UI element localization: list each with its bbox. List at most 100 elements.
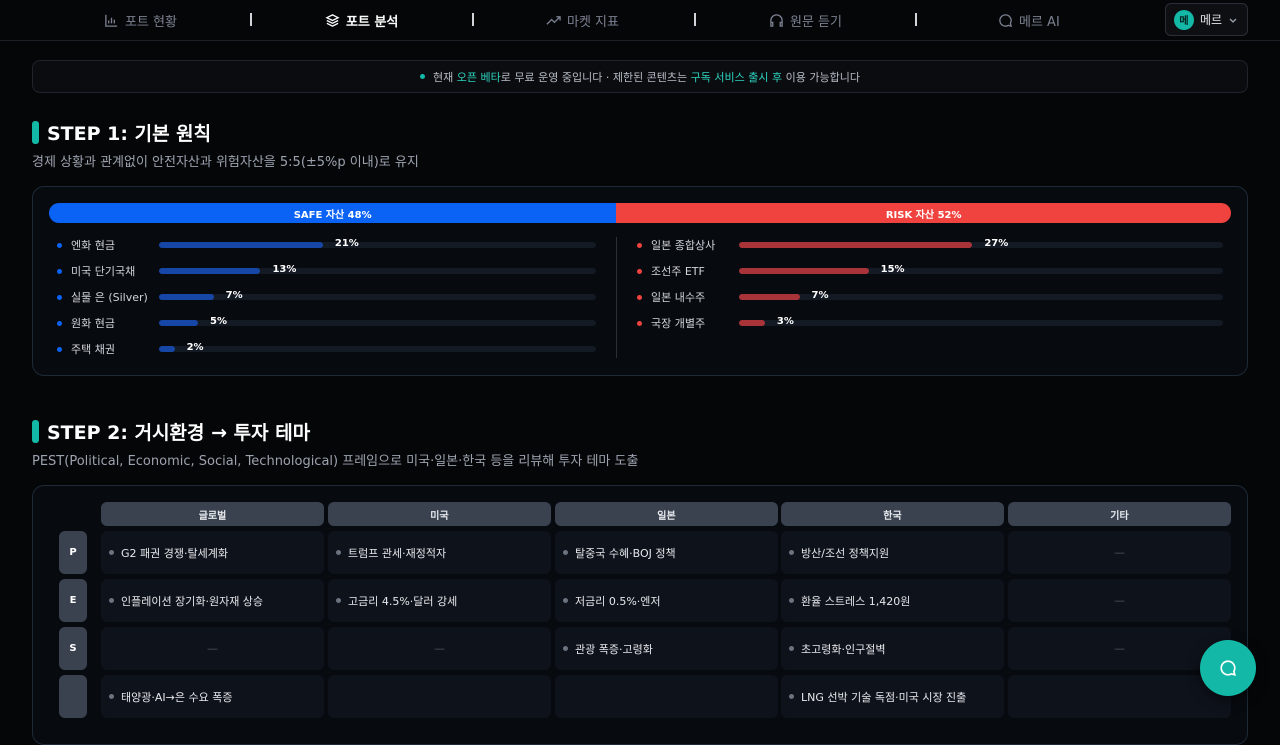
bullet-icon — [789, 646, 794, 651]
asset-name: 국장 개별주 — [651, 317, 706, 330]
nav-tab-label: 마켓 지표 — [567, 14, 619, 30]
nav-divider — [915, 13, 917, 26]
safe-asset-row: 원화 현금 5% — [57, 316, 596, 330]
row-header — [59, 675, 87, 718]
bullet-icon — [637, 242, 642, 248]
pest-cell: 저금리 0.5%·엔저 — [555, 579, 778, 622]
pest-cell: — — [328, 627, 551, 670]
nav-tab-portfolio-status[interactable]: 포트 현황 — [104, 10, 177, 30]
bullet-icon — [336, 550, 341, 555]
risk-asset-row: 일본 종합상사 27% — [637, 238, 1223, 252]
column-divider — [616, 237, 617, 358]
nav-tab-label: 메르 AI — [1019, 14, 1060, 30]
bullet-icon — [789, 598, 794, 603]
nav-tab-mer-ai[interactable]: 메르 AI — [998, 10, 1060, 30]
column-header: 기타 — [1008, 502, 1231, 526]
status-dot-icon — [420, 74, 426, 79]
pest-cell: 태양광·AI→은 수요 폭증 — [101, 675, 324, 718]
pest-matrix-card: 글로벌 미국 일본 한국 기타 P G2 패권 경쟁·탈세계화 트럼프 관세·재정적자 탈중국 … — [32, 485, 1248, 745]
bullet-icon — [57, 294, 62, 300]
banner-text-2: 로 무료 운영 중입니다 · 제한된 콘텐츠는 — [500, 70, 691, 84]
asset-name: 원화 현금 — [71, 317, 115, 330]
asset-percent: 7% — [225, 290, 243, 301]
asset-progress-fill — [739, 268, 869, 274]
asset-progress-fill — [159, 294, 214, 300]
column-header: 글로벌 — [101, 502, 324, 526]
top-navigation: 포트 현황 포트 분석 마켓 지표 원문 듣기 메르 AI 메 메르 — [0, 0, 1280, 41]
nav-tab-label: 원문 듣기 — [790, 14, 842, 30]
asset-percent: 7% — [811, 290, 829, 301]
bullet-icon — [637, 268, 642, 274]
asset-name: 조선주 ETF — [651, 265, 705, 278]
column-header: 한국 — [781, 502, 1004, 526]
row-header: E — [59, 579, 87, 622]
nav-tab-market-indicators[interactable]: 마켓 지표 — [546, 10, 619, 30]
asset-progress-fill — [159, 268, 261, 274]
asset-percent: 5% — [210, 316, 227, 327]
headphones-icon — [770, 13, 783, 27]
bullet-icon — [109, 694, 114, 699]
bullet-icon — [109, 598, 114, 603]
asset-progress-fill — [739, 242, 973, 248]
layers-icon — [325, 13, 340, 27]
row-header: S — [59, 627, 87, 670]
asset-progress-track: 7% — [739, 290, 1223, 301]
bullet-icon — [57, 320, 62, 326]
asset-progress-track: 21% — [159, 238, 596, 249]
bullet-icon — [563, 646, 568, 651]
pest-cell: 인플레이션 장기화·원자재 상승 — [101, 579, 324, 622]
pest-cell-text: 고금리 4.5%·달러 강세 — [348, 594, 458, 608]
asset-progress-fill — [159, 346, 175, 352]
risk-asset-row: 조선주 ETF 15% — [637, 264, 1223, 278]
step1-title-text: STEP 1: 기본 원칙 — [47, 123, 212, 145]
risk-asset-row: 국장 개별주 3% — [637, 316, 1223, 330]
step1-title: STEP 1: 기본 원칙 — [32, 119, 211, 146]
asset-progress-track: 13% — [159, 264, 596, 275]
allocation-card: SAFE 자산 48% RISK 자산 52% 엔화 현금 21% 미국 단기국채 1… — [32, 186, 1248, 376]
pest-cell-text: 환율 스트레스 1,420원 — [801, 594, 911, 608]
bullet-icon — [789, 550, 794, 555]
beta-notice-banner: 현재 오픈 베타 로 무료 운영 중입니다 · 제한된 콘텐츠는 구독 서비스 … — [32, 60, 1248, 93]
chat-fab-button[interactable] — [1200, 640, 1256, 696]
bullet-icon — [789, 694, 794, 699]
asset-progress-fill — [739, 320, 765, 326]
pest-cell: — — [1008, 531, 1231, 574]
pest-cell: — — [101, 627, 324, 670]
pest-cell: 방산/조선 정책지원 — [781, 531, 1004, 574]
user-menu-button[interactable]: 메 메르 — [1165, 3, 1248, 36]
asset-progress-track: 5% — [159, 316, 596, 327]
nav-tab-listen-original[interactable]: 원문 듣기 — [769, 10, 842, 30]
asset-name: 일본 내수주 — [651, 291, 706, 304]
pest-cell: 초고령화·인구절벽 — [781, 627, 1004, 670]
nav-tab-label: 포트 분석 — [346, 14, 399, 30]
title-accent-bar — [32, 121, 39, 144]
step1-subtitle: 경제 상황과 관계없이 안전자산과 위험자산을 5:5(±5%p 이내)로 유지 — [32, 155, 419, 170]
empty-cell-dash: — — [434, 642, 445, 655]
bullet-icon — [336, 598, 341, 603]
pest-cell — [1008, 675, 1231, 718]
step2-subtitle: PEST(Political, Economic, Social, Techno… — [32, 454, 639, 469]
bullet-icon — [637, 294, 642, 300]
asset-percent: 13% — [272, 264, 297, 275]
empty-cell-dash: — — [1114, 642, 1125, 655]
empty-cell-dash: — — [207, 642, 218, 655]
bullet-icon — [563, 598, 568, 603]
bullet-icon — [57, 242, 62, 248]
banner-subscription-highlight: 구독 서비스 출시 후 — [690, 70, 783, 84]
column-header: 미국 — [328, 502, 551, 526]
step2-title-text: STEP 2: 거시환경 → 투자 테마 — [47, 422, 311, 444]
asset-progress-track: 3% — [739, 316, 1223, 327]
bullet-icon — [57, 268, 62, 274]
pest-cell: — — [1008, 627, 1231, 670]
row-header: P — [59, 531, 87, 574]
asset-progress-fill — [739, 294, 800, 300]
pest-cell-text: 관광 폭증·고령화 — [575, 642, 653, 656]
asset-name: 미국 단기국채 — [71, 265, 136, 278]
nav-tab-portfolio-analysis[interactable]: 포트 분석 — [325, 10, 398, 30]
safe-assets-segment: SAFE 자산 48% — [49, 203, 617, 223]
empty-cell-dash: — — [1114, 594, 1125, 607]
allocation-split-bar: SAFE 자산 48% RISK 자산 52% — [49, 203, 1231, 223]
chat-bubble-icon — [1220, 660, 1236, 676]
pest-cell — [328, 675, 551, 718]
pest-cell-text: 태양광·AI→은 수요 폭증 — [121, 690, 233, 704]
